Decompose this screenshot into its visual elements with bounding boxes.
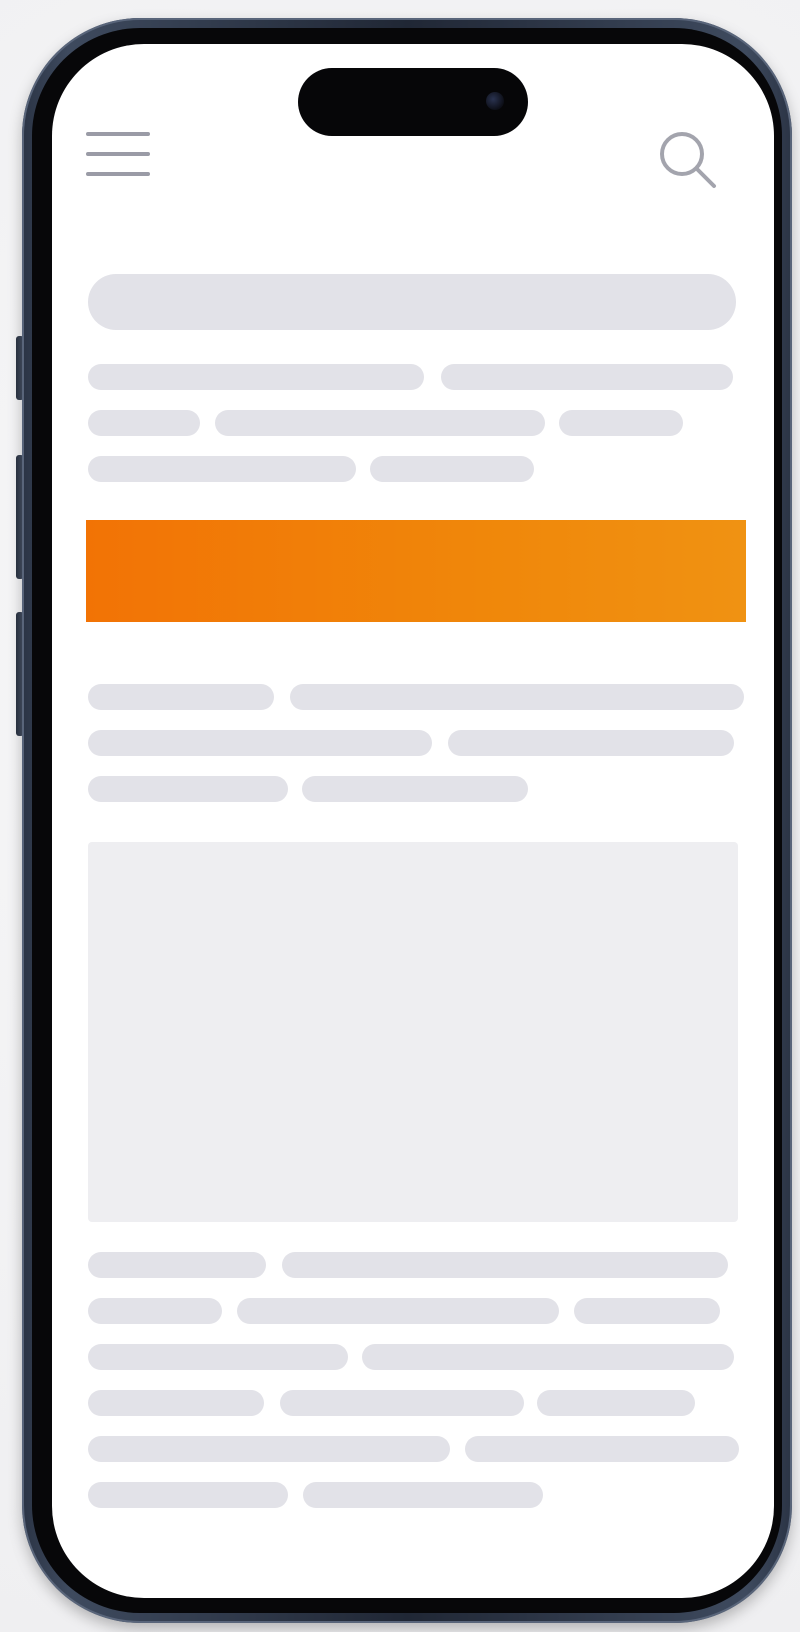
orange-banner[interactable]: [86, 520, 746, 622]
page-background: [0, 0, 800, 1632]
skeleton-text-line: [88, 364, 424, 390]
menu-line: [86, 152, 150, 156]
skeleton-text-line: [303, 1482, 543, 1508]
skeleton-text-line: [88, 456, 356, 482]
skeleton-text-line: [88, 1436, 450, 1462]
skeleton-text-line: [290, 684, 744, 710]
skeleton-title: [88, 274, 736, 330]
skeleton-text-line: [370, 456, 534, 482]
skeleton-text-line: [88, 1298, 222, 1324]
skeleton-text-line: [88, 1482, 288, 1508]
skeleton-text-line: [362, 1344, 734, 1370]
skeleton-text-line: [302, 776, 528, 802]
menu-button[interactable]: [86, 132, 152, 182]
skeleton-text-line: [88, 410, 200, 436]
skeleton-text-line: [237, 1298, 559, 1324]
skeleton-text-line: [559, 410, 683, 436]
menu-line: [86, 172, 150, 176]
search-button[interactable]: [656, 128, 720, 192]
skeleton-text-line: [88, 730, 432, 756]
image-placeholder: [88, 842, 738, 1222]
skeleton-text-line: [441, 364, 733, 390]
skeleton-text-line: [88, 684, 274, 710]
skeleton-text-line: [280, 1390, 524, 1416]
search-icon: [660, 132, 716, 188]
menu-line: [86, 132, 150, 136]
skeleton-text-line: [88, 1390, 264, 1416]
front-camera-icon: [486, 92, 504, 110]
skeleton-text-line: [448, 730, 734, 756]
skeleton-text-line: [537, 1390, 695, 1416]
skeleton-text-line: [88, 1252, 266, 1278]
skeleton-text-line: [574, 1298, 720, 1324]
phone-screen: [52, 44, 774, 1598]
skeleton-text-line: [88, 1344, 348, 1370]
skeleton-text-line: [465, 1436, 739, 1462]
skeleton-text-line: [282, 1252, 728, 1278]
dynamic-island: [298, 68, 528, 136]
skeleton-text-line: [88, 776, 288, 802]
skeleton-text-line: [215, 410, 545, 436]
